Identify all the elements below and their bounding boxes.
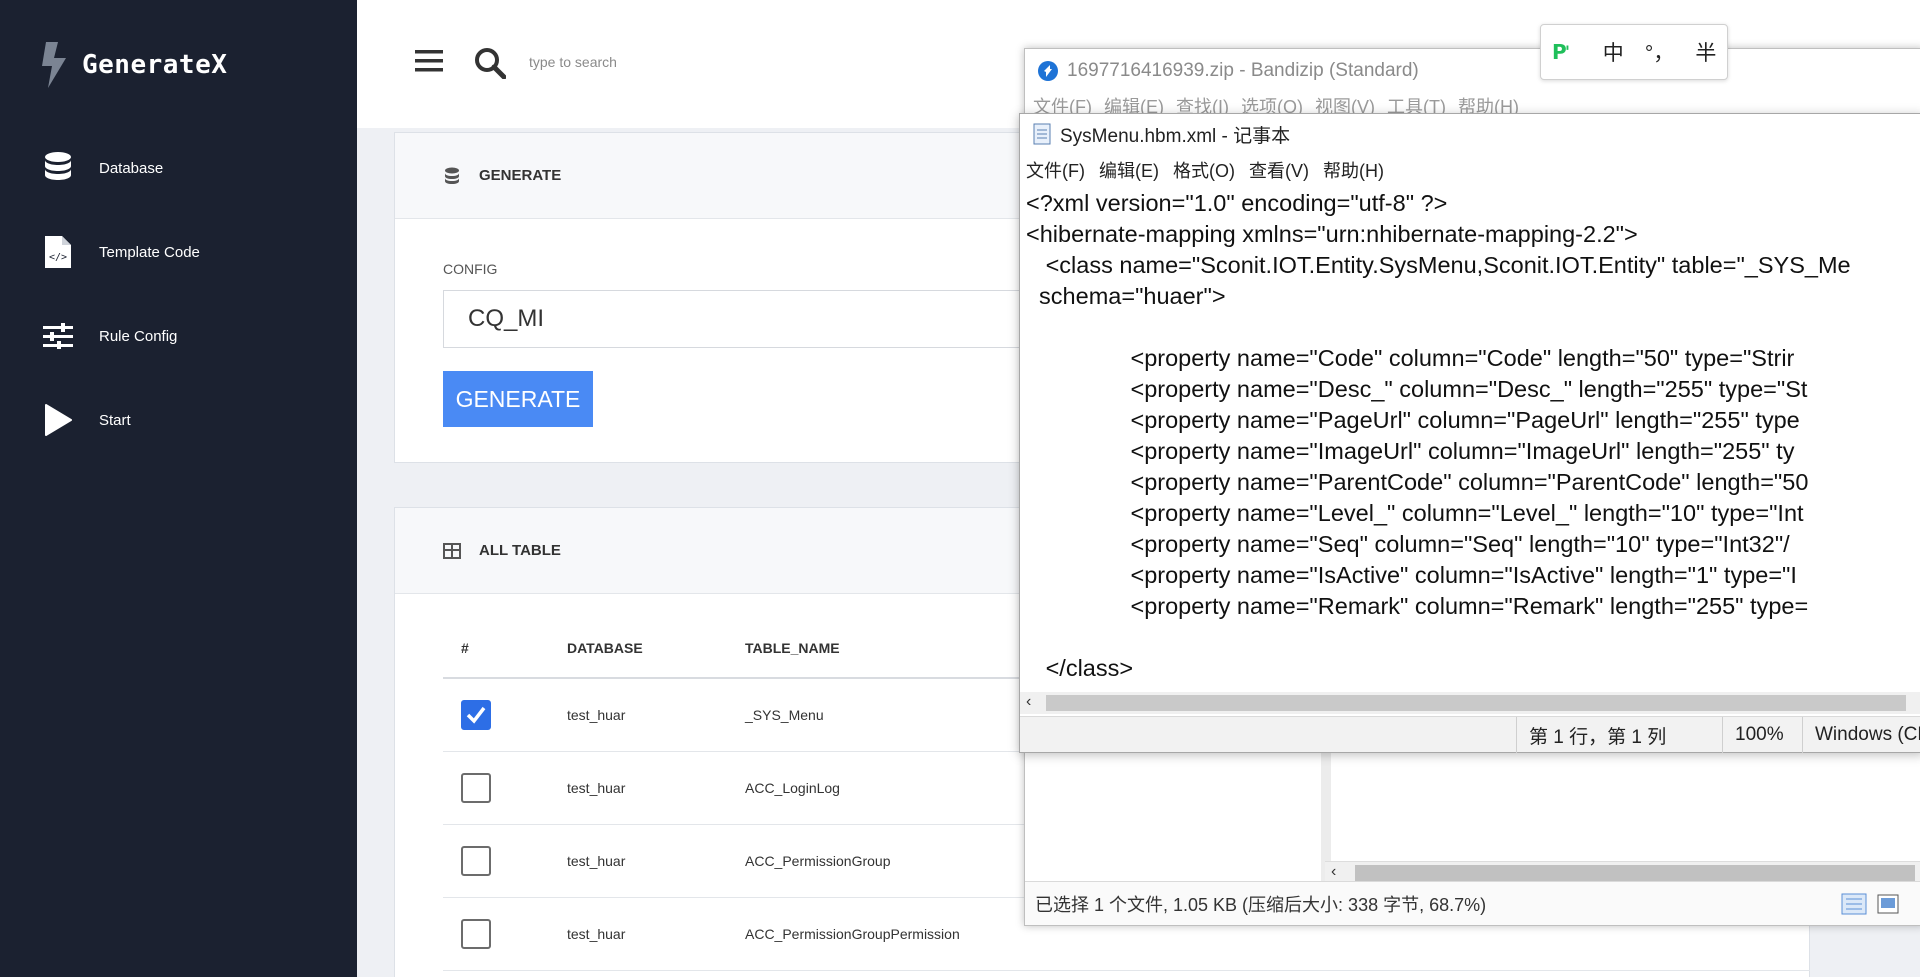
bandizip-app-icon (1038, 61, 1058, 81)
ime-toolbar: P ' 中 °， 半 (1540, 24, 1728, 80)
notepad-text-area[interactable]: <?xml version="1.0" encoding="utf-8" ?> … (1026, 188, 1920, 708)
search-icon[interactable] (474, 47, 506, 79)
bandizip-title: 1697716416939.zip - Bandizip (Standard) (1067, 60, 1419, 81)
sidebar-item-template-code[interactable]: </> Template Code (40, 232, 200, 272)
notepad-menu-format[interactable]: 格式(O) (1173, 157, 1235, 183)
database-icon (445, 167, 459, 184)
sidebar-item-rule-config[interactable]: Rule Config (40, 316, 177, 356)
row-checkbox-checked[interactable] (461, 699, 491, 730)
config-label: CONFIG (443, 261, 498, 277)
notepad-menu-view[interactable]: 查看(V) (1249, 157, 1309, 183)
sidebar-item-label: Database (99, 159, 164, 177)
generate-button[interactable]: GENERATE (443, 371, 593, 427)
search-input[interactable] (529, 48, 889, 76)
bandizip-horizontal-scrollbar[interactable]: ‹ (1325, 861, 1920, 883)
column-header-index: # (443, 618, 567, 679)
database-icon (40, 150, 76, 186)
scrollbar-thumb[interactable] (1046, 695, 1906, 711)
sidebar-item-database[interactable]: Database (40, 148, 163, 188)
cell-database: test_huar (567, 751, 745, 825)
notepad-menu-bar: 文件(F) 编辑(E) 格式(O) 查看(V) 帮助(H) (1020, 154, 1920, 186)
cell-database: test_huar (567, 824, 745, 898)
bandizip-status-bar: 已选择 1 个文件, 1.05 KB (压缩后大小: 338 字节, 68.7%… (1025, 881, 1920, 925)
notepad-horizontal-scrollbar[interactable]: ‹ (1020, 692, 1920, 714)
sidebar: GenerateX Database </> Template Code Rul… (0, 0, 357, 977)
brand-name: GenerateX (82, 50, 228, 80)
row-checkbox[interactable] (461, 845, 491, 876)
cursor-position: 第 1 行，第 1 列 (1516, 717, 1722, 753)
code-file-icon: </> (40, 234, 76, 270)
notepad-menu-help[interactable]: 帮助(H) (1323, 157, 1384, 183)
play-icon (40, 402, 76, 438)
notepad-title: SysMenu.hbm.xml - 记事本 (1060, 125, 1291, 147)
lightning-logo-icon (42, 42, 66, 88)
notepad-menu-file[interactable]: 文件(F) (1026, 157, 1085, 183)
ime-logo-icon[interactable]: P' (1552, 41, 1582, 63)
svg-text:': ' (1565, 42, 1570, 61)
scroll-left-arrow-icon[interactable]: ‹ (1026, 693, 1031, 711)
row-checkbox[interactable] (461, 918, 491, 949)
ime-punct-toggle[interactable]: °， (1645, 37, 1674, 67)
checkmark-icon (466, 706, 486, 724)
details-view-icon[interactable] (1841, 893, 1867, 915)
config-value: CQ_MI (468, 305, 545, 332)
sliders-icon (40, 318, 76, 354)
brand[interactable]: GenerateX (40, 40, 227, 90)
scroll-left-arrow-icon[interactable]: ‹ (1331, 863, 1336, 881)
notepad-window: SysMenu.hbm.xml - 记事本 文件(F) 编辑(E) 格式(O) … (1019, 113, 1920, 753)
sidebar-item-label: Start (99, 411, 131, 429)
ime-mode-toggle[interactable]: 中 (1603, 37, 1624, 67)
thumbnail-view-icon[interactable] (1877, 894, 1899, 914)
bandizip-title-bar[interactable]: 1697716416939.zip - Bandizip (Standard) (1025, 49, 1920, 93)
bandizip-status-text: 已选择 1 个文件, 1.05 KB (压缩后大小: 338 字节, 68.7%… (1035, 894, 1487, 915)
cell-database: test_huar (567, 897, 745, 971)
ime-width-toggle[interactable]: 半 (1695, 37, 1716, 67)
encoding: Windows (CF (1802, 717, 1920, 753)
cell-database: test_huar (567, 678, 745, 752)
zoom-level: 100% (1722, 717, 1802, 753)
sidebar-item-start[interactable]: Start (40, 400, 131, 440)
notepad-title-bar[interactable]: SysMenu.hbm.xml - 记事本 (1020, 114, 1920, 154)
generate-card-title: GENERATE (479, 167, 562, 184)
notepad-status-bar: 第 1 行，第 1 列 100% Windows (CF (1020, 716, 1920, 753)
sidebar-item-label: Rule Config (99, 327, 178, 345)
svg-text:</>: </> (49, 252, 67, 263)
hamburger-menu-icon[interactable] (415, 49, 443, 73)
column-header-database[interactable]: DATABASE (567, 618, 745, 679)
scrollbar-thumb[interactable] (1355, 865, 1915, 881)
notepad-menu-edit[interactable]: 编辑(E) (1099, 157, 1159, 183)
notepad-app-icon (1033, 123, 1051, 145)
all-table-card-title: ALL TABLE (479, 542, 561, 559)
row-checkbox[interactable] (461, 772, 491, 803)
table-icon (443, 542, 461, 559)
sidebar-item-label: Template Code (99, 243, 200, 261)
bandizip-folder-pane[interactable] (1025, 749, 1321, 879)
